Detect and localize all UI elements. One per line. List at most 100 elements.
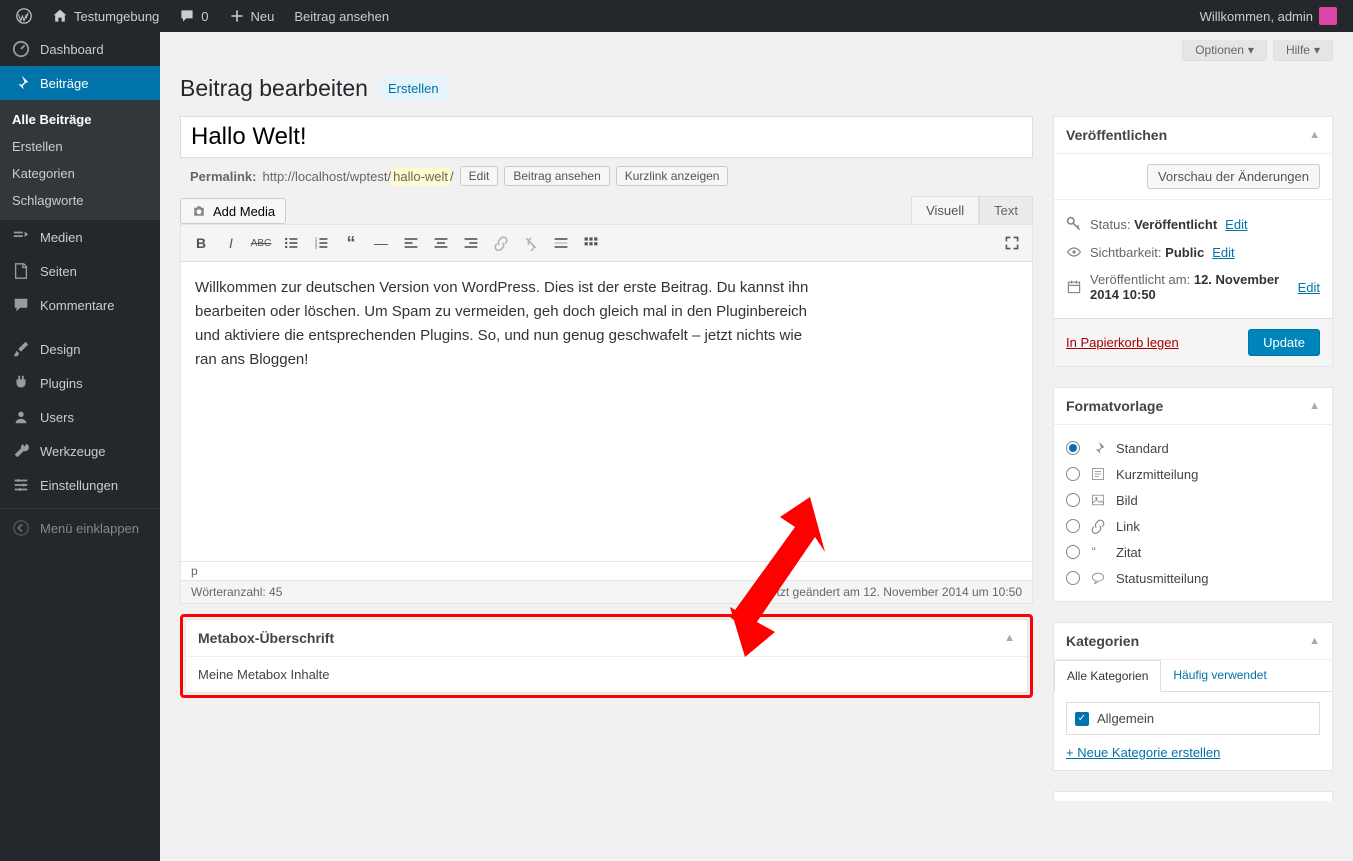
link-icon [1090, 518, 1106, 534]
submenu-tags[interactable]: Schlagworte [0, 187, 160, 214]
menu-pages[interactable]: Seiten [0, 254, 160, 288]
menu-settings[interactable]: Einstellungen [0, 468, 160, 502]
menu-media[interactable]: Medien [0, 220, 160, 254]
menu-comments[interactable]: Kommentare [0, 288, 160, 322]
aside-icon [1090, 466, 1106, 482]
publish-box: Veröffentlichen ▲ Vorschau der Änderunge… [1053, 116, 1333, 367]
format-image[interactable]: Bild [1066, 487, 1320, 513]
users-icon [12, 408, 30, 426]
format-aside[interactable]: Kurzmitteilung [1066, 461, 1320, 487]
wp-logo[interactable] [8, 0, 40, 32]
menu-plugins[interactable]: Plugins [0, 366, 160, 400]
category-item[interactable]: ✓ Allgemein [1075, 711, 1311, 726]
submenu-new-post[interactable]: Erstellen [0, 133, 160, 160]
submenu-categories[interactable]: Kategorien [0, 160, 160, 187]
update-button[interactable]: Update [1248, 329, 1320, 356]
wordpress-icon [16, 8, 32, 24]
collapse-menu[interactable]: Menü einklappen [0, 508, 160, 547]
edit-date-link[interactable]: Edit [1298, 280, 1320, 295]
eye-icon [1066, 244, 1082, 260]
highlight-annotation: Metabox-Überschrift ▲ Meine Metabox Inha… [180, 614, 1033, 698]
format-standard[interactable]: Standard [1066, 435, 1320, 461]
editor-content[interactable]: Willkommen zur deutschen Version von Wor… [180, 262, 1033, 562]
menu-tools[interactable]: Werkzeuge [0, 434, 160, 468]
trash-link[interactable]: In Papierkorb legen [1066, 335, 1179, 350]
tab-text[interactable]: Text [979, 196, 1033, 224]
chevron-up-icon[interactable]: ▲ [1309, 635, 1320, 647]
format-header[interactable]: Formatvorlage ▲ [1054, 388, 1332, 425]
category-list: ✓ Allgemein [1066, 702, 1320, 735]
edit-slug-button[interactable]: Edit [460, 166, 499, 186]
link-button[interactable] [487, 229, 515, 257]
tab-popular-categories[interactable]: Häufig verwendet [1161, 660, 1278, 691]
svg-text:3: 3 [315, 245, 318, 251]
admin-sidebar: Dashboard Beiträge Alle Beiträge Erstell… [0, 32, 160, 861]
post-title-input[interactable] [180, 116, 1033, 158]
wrench-icon [12, 442, 30, 460]
chevron-up-icon[interactable]: ▲ [1309, 400, 1320, 412]
new-content-link[interactable]: Neu [221, 0, 283, 32]
tab-all-categories[interactable]: Alle Kategorien [1054, 660, 1161, 692]
camera-icon [191, 203, 207, 219]
pin-icon [1090, 440, 1106, 456]
submenu-all-posts[interactable]: Alle Beiträge [0, 106, 160, 133]
add-media-button[interactable]: Add Media [180, 198, 286, 224]
key-icon [1066, 216, 1082, 232]
checkbox-checked-icon[interactable]: ✓ [1075, 712, 1089, 726]
shortlink-button[interactable]: Kurzlink anzeigen [616, 166, 729, 186]
menu-dashboard[interactable]: Dashboard [0, 32, 160, 66]
screen-help-tab[interactable]: Hilfe ▾ [1273, 40, 1333, 61]
preview-button[interactable]: Vorschau der Änderungen [1147, 164, 1320, 189]
ordered-list-button[interactable]: 123 [307, 229, 335, 257]
site-name-link[interactable]: Testumgebung [44, 0, 167, 32]
format-link[interactable]: Link [1066, 513, 1320, 539]
metabox-header[interactable]: Metabox-Überschrift ▲ [186, 620, 1027, 657]
fullscreen-button[interactable] [998, 229, 1026, 257]
plugin-icon [12, 374, 30, 392]
quote-icon: “ [1090, 544, 1106, 560]
menu-posts[interactable]: Beiträge [0, 66, 160, 100]
format-status[interactable]: Statusmitteilung [1066, 565, 1320, 591]
permalink-label: Permalink: [190, 169, 256, 184]
strikethrough-button[interactable]: ABC [247, 229, 275, 257]
editor-footer: Wörteranzahl: 45 Zuletzt geändert am 12.… [180, 581, 1033, 604]
comments-link[interactable]: 0 [171, 0, 216, 32]
content-area: Optionen ▾ Hilfe ▾ Beitrag bearbeiten Er… [160, 32, 1353, 861]
page-title: Beitrag bearbeiten [180, 75, 368, 102]
tab-visual[interactable]: Visuell [911, 196, 979, 224]
view-post-link[interactable]: Beitrag ansehen [286, 0, 397, 32]
account-link[interactable]: Willkommen, admin [1192, 0, 1345, 32]
radio-icon [1066, 493, 1080, 507]
add-new-button[interactable]: Erstellen [378, 77, 449, 100]
format-quote[interactable]: “Zitat [1066, 539, 1320, 565]
screen-options-tab[interactable]: Optionen ▾ [1182, 40, 1267, 61]
chevron-up-icon[interactable]: ▲ [1004, 632, 1015, 644]
edit-status-link[interactable]: Edit [1225, 217, 1247, 232]
italic-button[interactable]: I [217, 229, 245, 257]
align-center-button[interactable] [427, 229, 455, 257]
menu-users[interactable]: Users [0, 400, 160, 434]
radio-icon [1066, 519, 1080, 533]
categories-header[interactable]: Kategorien ▲ [1054, 623, 1332, 660]
bullet-list-button[interactable] [277, 229, 305, 257]
blockquote-button[interactable]: “ [337, 229, 365, 257]
publish-header[interactable]: Veröffentlichen ▲ [1054, 117, 1332, 154]
more-button[interactable] [547, 229, 575, 257]
media-icon [12, 228, 30, 246]
hr-button[interactable]: — [367, 229, 395, 257]
admin-bar: Testumgebung 0 Neu Beitrag ansehen Willk… [0, 0, 1353, 32]
image-icon [1090, 492, 1106, 508]
plus-icon [229, 8, 245, 24]
metabox-content: Meine Metabox Inhalte [186, 657, 1027, 692]
unlink-button[interactable] [517, 229, 545, 257]
chevron-up-icon[interactable]: ▲ [1309, 129, 1320, 141]
menu-appearance[interactable]: Design [0, 332, 160, 366]
view-post-button[interactable]: Beitrag ansehen [504, 166, 609, 186]
align-right-button[interactable] [457, 229, 485, 257]
add-category-link[interactable]: + Neue Kategorie erstellen [1066, 745, 1320, 760]
align-left-button[interactable] [397, 229, 425, 257]
page-icon [12, 262, 30, 280]
toolbar-toggle-button[interactable] [577, 229, 605, 257]
bold-button[interactable]: B [187, 229, 215, 257]
edit-visibility-link[interactable]: Edit [1212, 245, 1234, 260]
